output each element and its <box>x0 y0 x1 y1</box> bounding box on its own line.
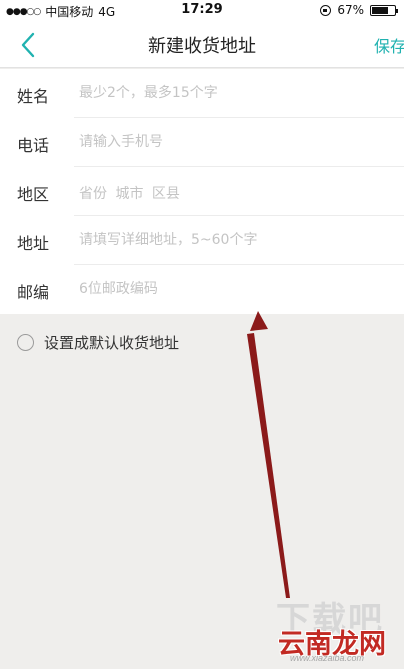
red-arrow-icon <box>250 311 268 331</box>
default-address-label: 设置成默认收货地址 <box>44 334 180 352</box>
form-row-postcode: 邮编 <box>0 265 404 314</box>
screen: ●●●○○ 中国移动 4G 17:29 67% 新建收货地址 保存 姓名 电话 <box>0 0 404 669</box>
region-picker[interactable]: 省份 城市 区县 <box>79 183 180 203</box>
arrow-shaft <box>247 333 290 598</box>
address-input[interactable] <box>79 226 389 254</box>
status-right: 67% <box>320 3 398 17</box>
address-label: 地址 <box>17 234 50 253</box>
form-row-phone: 电话 <box>0 118 404 167</box>
radio-unchecked-icon[interactable] <box>17 334 34 351</box>
address-form: 姓名 电话 地区 省份 城市 区县 地址 邮编 <box>0 69 404 314</box>
watermark-url: www.xiazaiba.com <box>290 653 365 663</box>
battery-percent: 67% <box>337 3 364 17</box>
region-label: 地区 <box>17 185 50 204</box>
rotation-lock-icon <box>320 4 332 16</box>
battery-icon <box>370 4 398 16</box>
page-title: 新建收货地址 <box>148 36 256 57</box>
phone-label: 电话 <box>17 136 50 155</box>
form-row-address: 地址 <box>0 216 404 265</box>
postcode-input[interactable] <box>79 275 389 303</box>
form-row-name: 姓名 <box>0 69 404 118</box>
name-label: 姓名 <box>17 87 50 106</box>
nav-bar: 新建收货地址 保存 <box>0 20 404 68</box>
default-address-option[interactable]: 设置成默认收货地址 <box>17 332 179 353</box>
save-button[interactable]: 保存 <box>374 33 404 57</box>
status-bar: ●●●○○ 中国移动 4G 17:29 67% <box>0 0 404 20</box>
postcode-label: 邮编 <box>17 283 50 302</box>
name-input[interactable] <box>79 79 389 107</box>
form-row-region[interactable]: 地区 省份 城市 区县 <box>0 167 404 216</box>
watermark: 下载吧 云南龙网 www.xiazaiba.com <box>268 590 404 669</box>
phone-input[interactable] <box>79 128 389 156</box>
